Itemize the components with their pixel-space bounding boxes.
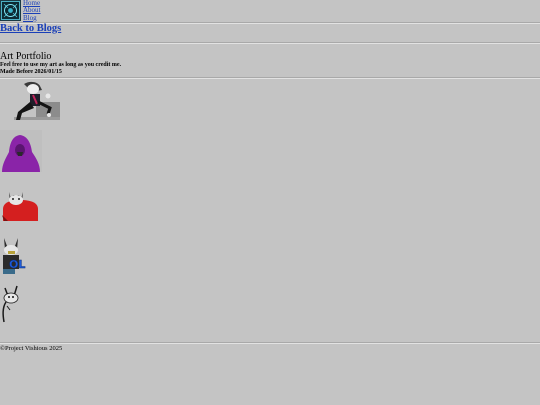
divider <box>0 77 540 79</box>
lol-cat-character-art: OL <box>3 238 26 274</box>
svg-text:OL: OL <box>9 258 25 271</box>
divider <box>0 42 540 44</box>
top-bar: Home About Blog <box>0 0 540 22</box>
page-title: Art Portfolio <box>0 51 52 62</box>
credit-note: Feel free to use my art as long as you c… <box>0 62 122 68</box>
footer-copyright: ©Project Vishious 2025 <box>0 345 63 352</box>
purple-hooded-character-art <box>0 130 42 172</box>
site-logo-icon[interactable] <box>0 0 21 21</box>
divider <box>0 22 540 24</box>
red-shirt-cat-character-art <box>2 192 38 221</box>
seated-character-art <box>14 81 60 120</box>
divider <box>0 342 540 344</box>
made-date: Made Before 2026/01/15 <box>0 69 62 75</box>
back-to-blogs-link[interactable]: Back to Blogs <box>0 23 61 34</box>
main-nav: Home About Blog <box>23 0 41 22</box>
cat-sketch-art <box>2 285 19 323</box>
